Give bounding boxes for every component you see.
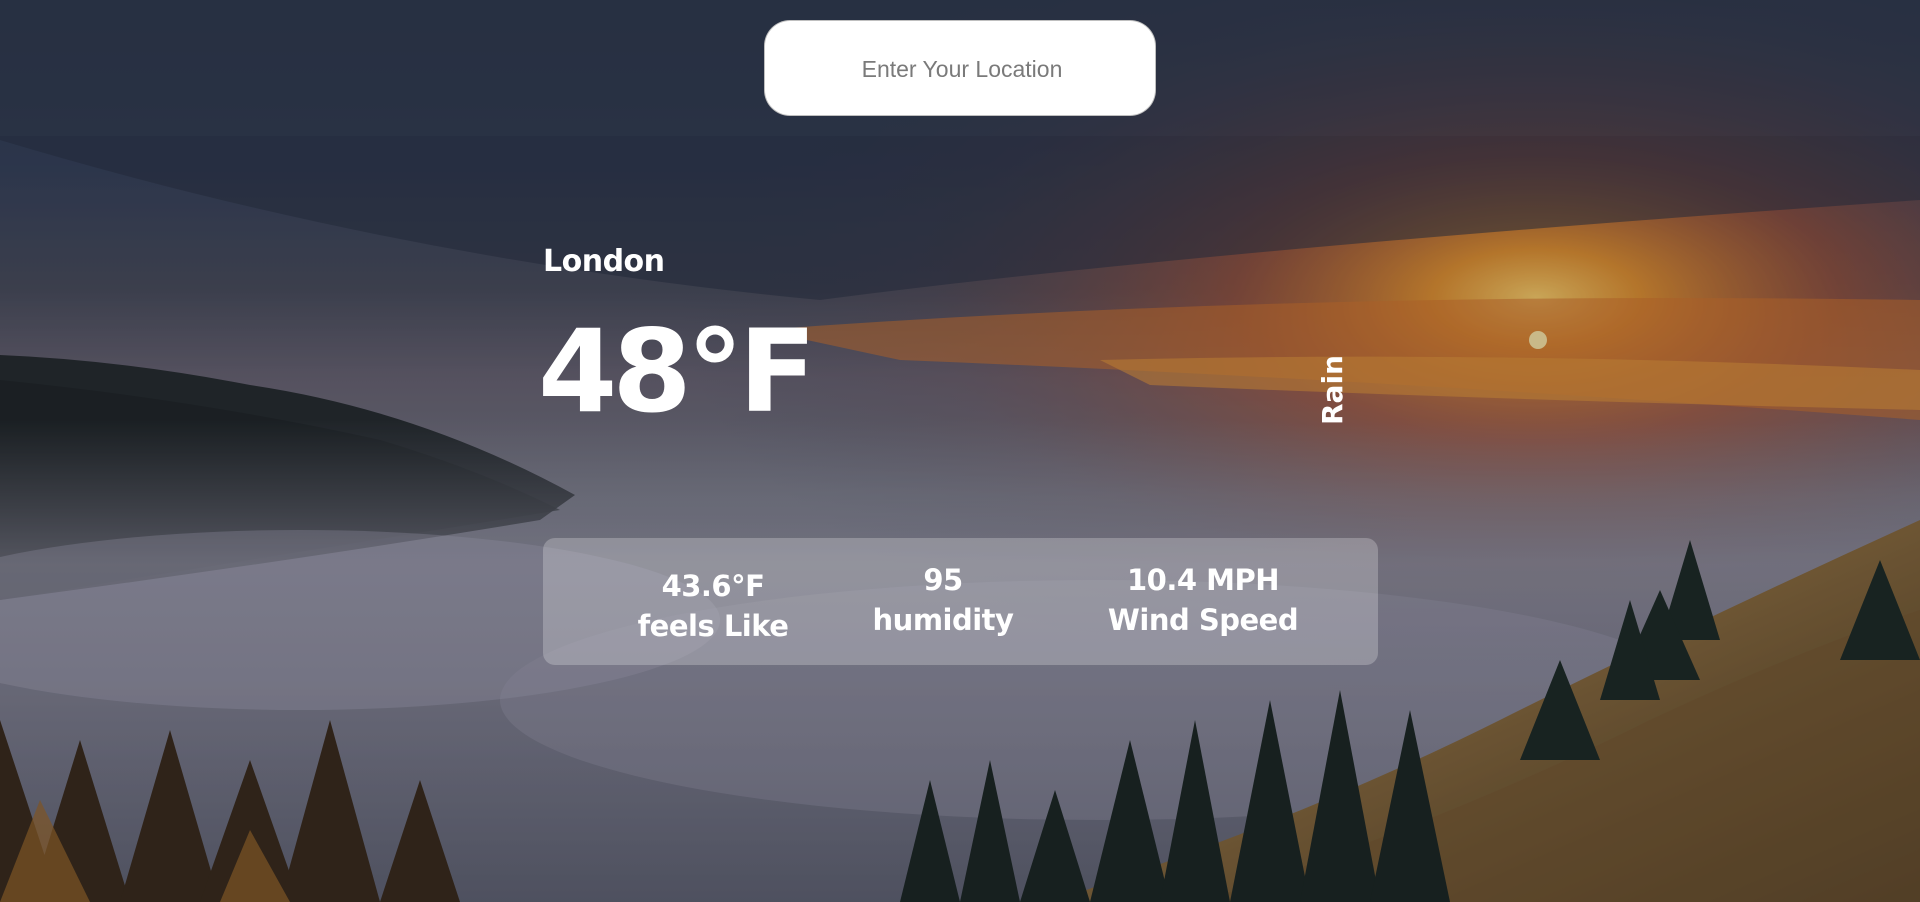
wind-speed-label: Wind Speed	[1107, 603, 1299, 637]
location-search-box[interactable]	[764, 20, 1159, 117]
feels-like-value: 43.6°F	[661, 569, 765, 603]
city-name: London	[543, 244, 665, 279]
wind-speed-stat: 10.4 MPH Wind Speed	[1083, 560, 1323, 640]
humidity-label: humidity	[872, 603, 1014, 637]
weather-condition: Rain	[1316, 355, 1349, 425]
location-search-input[interactable]	[765, 21, 1159, 117]
humidity-stat: 95 humidity	[858, 560, 1028, 640]
humidity-value: 95	[923, 563, 963, 597]
wind-speed-value: 10.4 MPH	[1126, 563, 1280, 597]
feels-like-label: feels Like	[637, 609, 789, 643]
weather-stats-panel: 43.6°F feels Like 95 humidity 10.4 MPH W…	[543, 538, 1378, 665]
weather-app: London 48°F Rain 43.6°F feels Like 95 hu…	[0, 0, 1920, 902]
current-temperature: 48°F	[538, 305, 817, 438]
feels-like-stat: 43.6°F feels Like	[563, 566, 863, 646]
